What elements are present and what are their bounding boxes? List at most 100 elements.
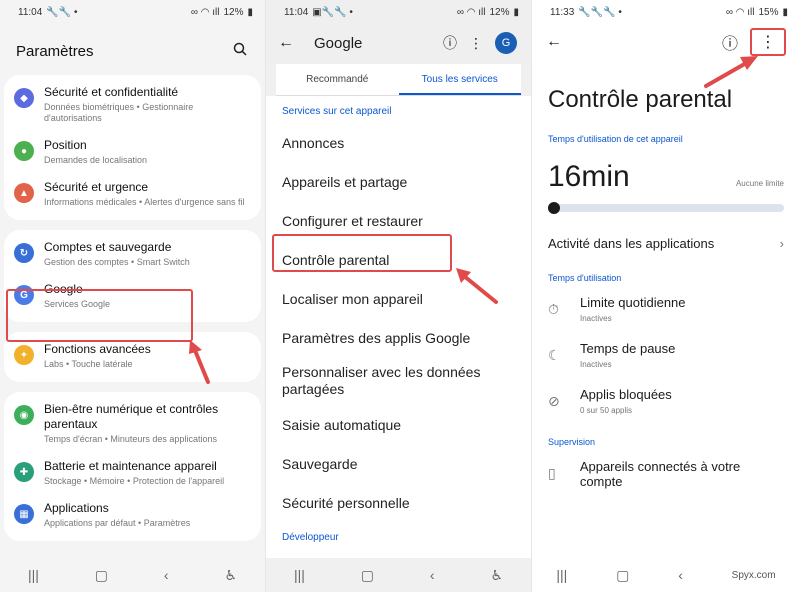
wifi-icon: ∞ ◠ ıll [190, 6, 220, 18]
blocked-apps-row[interactable]: ⊘ Applis bloquées 0 sur 50 applis [532, 379, 800, 425]
service-item-personalize[interactable]: Personnaliser avec les données partagées [266, 357, 531, 405]
help-icon[interactable]: ⓘ [443, 33, 457, 53]
screen-time-summary: 16min Aucune limite [532, 148, 800, 198]
settings-item-title: Fonctions avancées [44, 342, 151, 356]
highlight-google [6, 289, 193, 342]
section-header-developer: Développeur [282, 532, 339, 543]
pointer-arrow-icon [704, 56, 758, 88]
row-title: Temps de pause [580, 341, 676, 356]
battery-level: 12% [223, 6, 244, 18]
wrench-icon: 🔧🔧🔧 • [578, 6, 622, 18]
screenshot-collage: 11:04 🔧🔧 • ∞ ◠ ıll 12% ▮ Paramètres ◆ Sécur… [0, 0, 800, 592]
block-icon: ⊘ [548, 393, 560, 409]
back-icon[interactable]: ‹ [164, 567, 169, 583]
page-title: Google [314, 34, 363, 52]
back-icon[interactable]: ‹ [430, 567, 435, 583]
sync-icon: ↻ [14, 243, 34, 263]
settings-card-wellbeing: ◉ Bien-être numérique et contrôles paren… [4, 392, 261, 541]
more-vert-icon[interactable]: ⋮ [469, 35, 483, 52]
recents-icon[interactable]: ||| [28, 567, 39, 583]
battery-icon: ▮ [247, 6, 253, 18]
settings-item-subtitle: Temps d'écran • Minuteurs des applicatio… [44, 434, 217, 444]
screen-time-value: 16min [548, 160, 630, 193]
settings-panel: 11:04 🔧🔧 • ∞ ◠ ıll 12% ▮ Paramètres ◆ Sécur… [0, 0, 266, 592]
service-item-app-settings[interactable]: Paramètres des applis Google [266, 318, 531, 357]
home-icon[interactable]: ▢ [361, 567, 374, 584]
wifi-icon: ∞ ◠ ıll [456, 6, 486, 18]
settings-item-apps[interactable]: ▦ Applications Applications par défaut • … [4, 495, 261, 537]
parental-control-panel: 11:33 🔧🔧🔧 • ∞ ◠ ıll 15% ▮ ← ⓘ ⋮ Contrôle pa… [532, 0, 800, 592]
settings-item-subtitle: Labs • Touche latérale [44, 359, 133, 369]
back-arrow-icon[interactable]: ← [278, 34, 294, 52]
accessibility-icon[interactable]: ♿ [224, 567, 237, 584]
service-item-devices[interactable]: Appareils et partage [266, 162, 531, 201]
section-header-device: Services sur cet appareil [282, 106, 392, 117]
chevron-right-icon: › [779, 236, 784, 251]
connected-devices-row[interactable]: ▯ Appareils connectés à votre compte [532, 451, 800, 499]
settings-item-title: Sécurité et urgence [44, 180, 149, 194]
row-subtitle: Inactives [580, 314, 612, 323]
battery-level: 15% [758, 6, 779, 18]
avatar[interactable]: G [495, 32, 517, 54]
daily-limit-row[interactable]: ⏱ Limite quotidienne Inactives [532, 287, 800, 333]
recents-icon[interactable]: ||| [556, 567, 567, 583]
nav-bar: ||| ▢ ‹ ♿ [0, 558, 265, 592]
settings-item-advanced[interactable]: ✦ Fonctions avancées Labs • Touche latéra… [4, 336, 261, 378]
app-activity-row[interactable]: Activité dans les applications › [532, 212, 800, 269]
settings-item-title: Sécurité et confidentialité [44, 85, 179, 99]
tab-all-services[interactable]: Tous les services [398, 64, 521, 95]
status-time: 11:33 [550, 6, 575, 18]
usage-section-label: Temps d'utilisation [548, 273, 622, 283]
star-icon: ✦ [14, 345, 34, 365]
settings-item-accounts[interactable]: ↻ Comptes et sauvegarde Gestion des compt… [4, 234, 261, 276]
settings-item-title: Applications [44, 501, 109, 515]
settings-item-emergency[interactable]: ▲ Sécurité et urgence Informations médica… [4, 174, 261, 216]
settings-item-title: Batterie et maintenance appareil [44, 459, 217, 473]
settings-item-battery[interactable]: ✚ Batterie et maintenance appareil Stocka… [4, 453, 261, 495]
settings-item-subtitle: Gestion des comptes • Smart Switch [44, 257, 190, 267]
tab-recommended[interactable]: Recommandé [276, 64, 399, 95]
service-item-ads[interactable]: Annonces [266, 123, 531, 162]
status-time: 11:04 [18, 6, 43, 18]
downtime-row[interactable]: ☾ Temps de pause Inactives [532, 333, 800, 379]
supervision-label: Supervision [548, 437, 596, 447]
location-icon: ● [14, 141, 34, 161]
emergency-icon: ▲ [14, 183, 34, 203]
settings-item-title: Bien-être numérique et contrôles parenta… [44, 402, 219, 431]
back-arrow-icon[interactable]: ← [546, 33, 562, 51]
row-subtitle: 0 sur 50 applis [580, 406, 633, 415]
battery-care-icon: ✚ [14, 462, 34, 482]
progress-indicator [548, 202, 560, 214]
timer-icon: ⏱ [548, 301, 559, 317]
battery-level: 12% [489, 6, 510, 18]
app-bar: ← Google ⓘ ⋮ G [266, 24, 531, 64]
battery-icon: ▮ [513, 6, 519, 18]
wifi-icon: ∞ ◠ ıll [725, 6, 755, 18]
home-icon[interactable]: ▢ [95, 567, 108, 584]
settings-item-subtitle: Données biométriques • Gestionnaire d'au… [44, 102, 194, 123]
settings-item-wellbeing[interactable]: ◉ Bien-être numérique et contrôles paren… [4, 396, 261, 453]
wrench-icon: 🔧🔧 • [46, 6, 78, 18]
usage-progress-bar [548, 202, 784, 214]
help-icon[interactable]: ⓘ [722, 30, 738, 54]
settings-card-security: ◆ Sécurité et confidentialité Données bio… [4, 75, 261, 220]
service-item-autofill[interactable]: Saisie automatique [266, 405, 531, 444]
accessibility-icon[interactable]: ♿ [490, 567, 503, 584]
wrench-icon: ▣🔧🔧 • [312, 6, 353, 18]
settings-item-security[interactable]: ◆ Sécurité et confidentialité Données bio… [4, 79, 261, 132]
recents-icon[interactable]: ||| [294, 567, 305, 583]
search-icon[interactable] [233, 42, 247, 61]
limit-label: Aucune limite [735, 179, 784, 188]
row-title: Appareils connectés à votre compte [579, 459, 741, 489]
service-item-personal-safety[interactable]: Sécurité personnelle [266, 483, 531, 522]
settings-item-location[interactable]: ● Position Demandes de localisation [4, 132, 261, 174]
nav-bar: ||| ▢ ‹ ♿ [266, 558, 531, 592]
phone-icon: ▯ [548, 465, 556, 481]
row-title: Limite quotidienne [580, 295, 686, 310]
pointer-arrow-icon [189, 340, 210, 384]
home-icon[interactable]: ▢ [616, 567, 629, 584]
back-icon[interactable]: ‹ [678, 567, 683, 583]
nav-bar: ||| ▢ ‹ Spyx.com [532, 558, 800, 592]
service-item-backup[interactable]: Sauvegarde [266, 444, 531, 483]
status-time: 11:04 [284, 6, 309, 18]
